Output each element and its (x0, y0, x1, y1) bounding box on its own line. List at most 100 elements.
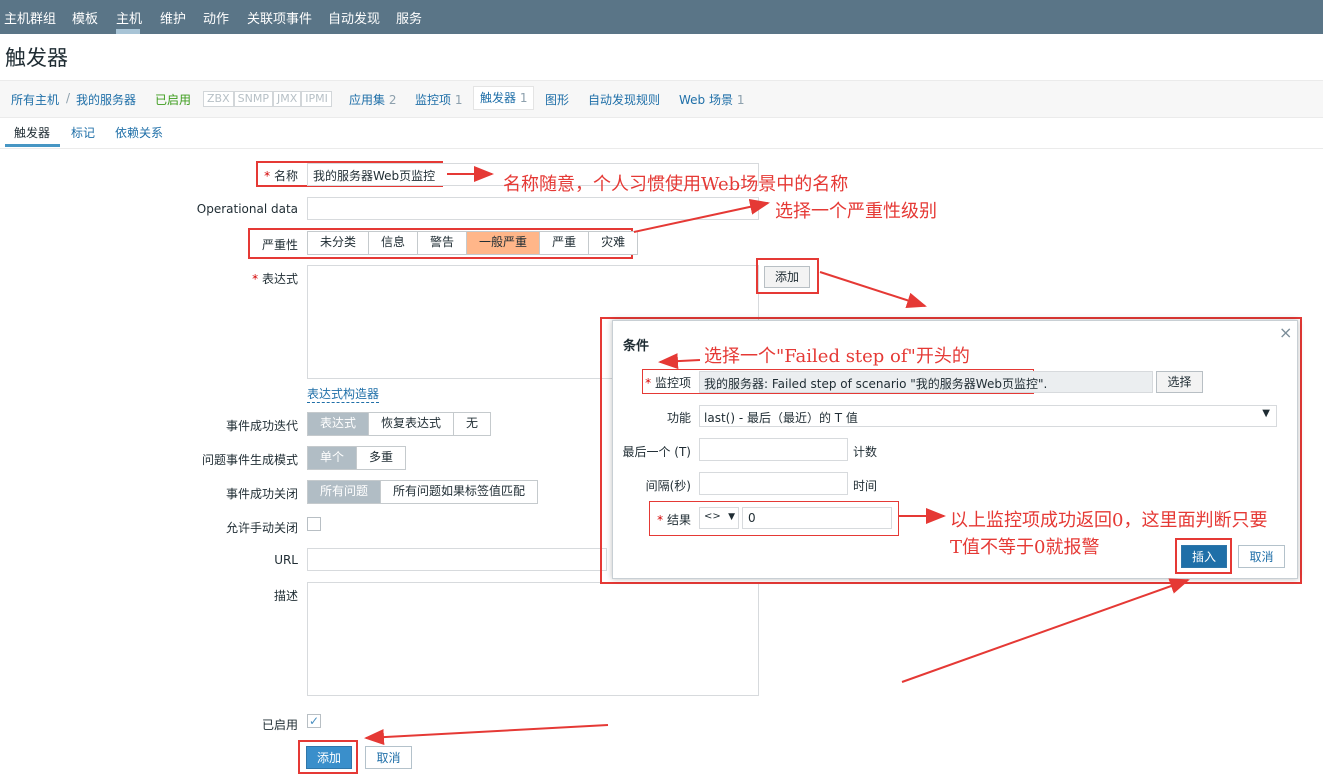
severity-warning[interactable]: 警告 (418, 232, 468, 254)
enabled-checkbox[interactable]: ✓ (307, 714, 321, 728)
dialog-last-unit: 计数 (853, 445, 878, 459)
link-web-label: Web 场景 (679, 93, 733, 107)
problem-mode-single[interactable]: 单个 (308, 447, 358, 469)
url-label: URL (274, 553, 298, 567)
annotation-severity-hint: 选择一个严重性级别 (775, 201, 937, 222)
dialog-item-input[interactable]: 我的服务器: Failed step of scenario "我的服务器Web… (699, 371, 1153, 393)
ok-event-expression[interactable]: 表达式 (308, 413, 370, 435)
tag-zbx: ZBX (203, 91, 234, 107)
dialog-interval-unit: 时间 (853, 479, 878, 493)
dialog-last-label: 最后一个 (T) (622, 445, 691, 459)
tab-tags[interactable]: 标记 (71, 124, 95, 141)
nav-active-indicator (116, 29, 140, 34)
severity-information[interactable]: 信息 (369, 232, 419, 254)
link-items[interactable]: 监控项 1 (415, 91, 462, 108)
link-applications[interactable]: 应用集 2 (349, 91, 396, 108)
nav-maintenance[interactable]: 维护 (160, 8, 186, 27)
severity-not-classified[interactable]: 未分类 (308, 232, 370, 254)
tag-snmp: SNMP (233, 91, 273, 107)
nav-discovery[interactable]: 自动发现 (328, 8, 380, 27)
nav-templates[interactable]: 模板 (72, 8, 98, 27)
breadcrumb-host[interactable]: 我的服务器 (76, 91, 136, 108)
link-web-scenarios[interactable]: Web 场景 1 (679, 91, 744, 108)
severity-high[interactable]: 严重 (540, 232, 590, 254)
page-title: 触发器 (5, 46, 68, 70)
link-discovery-rules[interactable]: 自动发现规则 (588, 91, 660, 108)
opdata-label: Operational data (196, 202, 298, 216)
expression-label: * 表达式 (252, 272, 298, 286)
tag-jmx: JMX (272, 91, 302, 107)
description-textarea[interactable] (307, 582, 759, 696)
nav-actions[interactable]: 动作 (203, 8, 229, 27)
form-add-button[interactable]: 添加 (306, 746, 352, 769)
items-count: 1 (454, 93, 463, 107)
expression-add-button[interactable]: 添加 (764, 266, 810, 288)
dialog-result-label: * 结果 (657, 513, 691, 527)
description-label: 描述 (273, 589, 298, 603)
triggers-count: 1 (519, 91, 528, 105)
form-tabs: 触发器 标记 依赖关系 (0, 118, 1323, 149)
name-label: * 名称 (264, 169, 298, 183)
ok-event-recovery-expression[interactable]: 恢复表达式 (369, 413, 455, 435)
tab-active-underline (5, 144, 60, 147)
dialog-last-input[interactable] (699, 438, 848, 461)
link-applications-label: 应用集 (349, 93, 386, 107)
dialog-function-value: last() - 最后（最近）的 T 值 (704, 411, 858, 425)
severity-average[interactable]: 一般严重 (467, 232, 541, 254)
annotation-item-hint: 选择一个"Failed step of"开头的 (704, 346, 970, 367)
annotation-name-hint: 名称随意，个人习惯使用Web场景中的名称 (503, 174, 849, 195)
manual-close-checkbox[interactable] (307, 517, 321, 531)
web-count: 1 (736, 93, 745, 107)
dialog-close-icon[interactable]: × (1279, 323, 1292, 342)
arrow-to-dialog (819, 271, 927, 309)
nav-services[interactable]: 服务 (396, 8, 422, 27)
problem-mode-multiple[interactable]: 多重 (357, 447, 406, 469)
nav-hosts[interactable]: 主机 (116, 8, 142, 27)
host-bar: 所有主机 / 我的服务器 已启用 ZBX SNMP JMX IPMI 应用集 2 监控… (0, 80, 1323, 118)
dialog-title: 条件 (623, 339, 650, 354)
chevron-down-icon: ▼ (728, 512, 735, 522)
dialog-result-input[interactable]: 0 (742, 507, 892, 529)
dialog-result-operator-value: <> (704, 511, 721, 522)
form-cancel-button[interactable]: 取消 (365, 746, 412, 769)
dialog-function-select[interactable]: last() - 最后（最近）的 T 值 ▼ (699, 405, 1277, 427)
tab-dependencies[interactable]: 依赖关系 (115, 124, 163, 141)
arrow-to-insert-button (901, 578, 1190, 683)
top-navigation: 主机群组 模板 主机 维护 动作 关联项事件 自动发现 服务 (0, 0, 1323, 34)
manual-close-label: 允许手动关闭 (225, 521, 298, 535)
chevron-down-icon: ▼ (1262, 408, 1270, 419)
breadcrumb-separator: / (66, 91, 71, 105)
dialog-function-label: 功能 (666, 411, 691, 425)
enabled-label: 已启用 (261, 718, 298, 732)
dialog-item-label: * 监控项 (645, 376, 691, 390)
link-triggers[interactable]: 触发器 1 (473, 86, 535, 110)
ok-event-none[interactable]: 无 (454, 413, 491, 435)
nav-host-groups[interactable]: 主机群组 (4, 8, 56, 27)
breadcrumb-all-hosts[interactable]: 所有主机 (11, 91, 59, 108)
ok-close-tag-match[interactable]: 所有问题如果标签值匹配 (381, 481, 538, 503)
dialog-select-button[interactable]: 选择 (1156, 371, 1203, 393)
severity-label: 严重性 (261, 238, 298, 252)
ok-close-selector: 所有问题 所有问题如果标签值匹配 (307, 480, 539, 504)
link-triggers-label: 触发器 (480, 91, 517, 105)
dialog-result-operator[interactable]: <> ▼ (699, 507, 739, 529)
applications-count: 2 (388, 93, 397, 107)
expression-builder-link[interactable]: 表达式构造器 (307, 385, 380, 403)
ok-event-label: 事件成功迭代 (225, 419, 298, 433)
nav-correlation[interactable]: 关联项事件 (247, 8, 312, 27)
host-status-enabled[interactable]: 已启用 (155, 91, 191, 108)
dialog-cancel-button[interactable]: 取消 (1238, 545, 1285, 568)
tab-trigger[interactable]: 触发器 (14, 124, 50, 141)
annotation-result-hint-2: T值不等于0就报警 (950, 537, 1100, 558)
severity-selector: 未分类 信息 警告 一般严重 严重 灾难 (307, 231, 639, 255)
opdata-input[interactable] (307, 197, 759, 220)
dialog-interval-input[interactable] (699, 472, 848, 495)
ok-close-all-problems[interactable]: 所有问题 (308, 481, 382, 503)
dialog-insert-button[interactable]: 插入 (1181, 545, 1227, 568)
url-input[interactable] (307, 548, 607, 571)
tag-ipmi: IPMI (301, 91, 332, 107)
link-graphs[interactable]: 图形 (545, 91, 569, 108)
severity-disaster[interactable]: 灾难 (589, 232, 638, 254)
annotation-result-hint-1: 以上监控项成功返回0，这里面判断只要 (950, 510, 1268, 531)
ok-close-label: 事件成功关闭 (225, 487, 298, 501)
